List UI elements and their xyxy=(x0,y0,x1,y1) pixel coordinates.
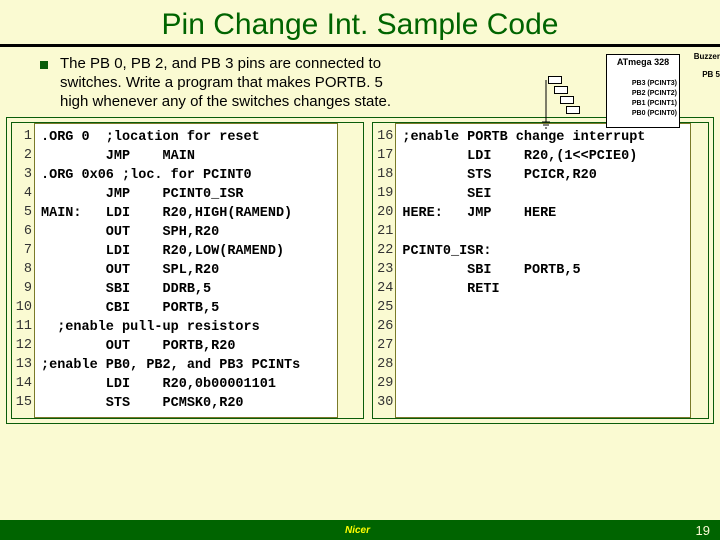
line-numbers-left: 1 2 3 4 5 6 7 8 9 10 11 12 13 14 15 xyxy=(12,123,34,418)
bullet-icon xyxy=(40,61,48,69)
code-box-right: ;enable PORTB change interrupt LDI R20,(… xyxy=(395,123,691,418)
slide-title: Pin Change Int. Sample Code xyxy=(0,0,720,44)
code-box-left: .ORG 0 ;location for reset JMP MAIN .ORG… xyxy=(34,123,338,418)
footer-bar: Nicer 19 xyxy=(0,520,720,540)
code-column-left: 1 2 3 4 5 6 7 8 9 10 11 12 13 14 15 .ORG… xyxy=(11,122,364,419)
line-numbers-right: 16 17 18 19 20 21 22 23 24 25 26 27 28 2… xyxy=(373,123,395,418)
code-column-right: 16 17 18 19 20 21 22 23 24 25 26 27 28 2… xyxy=(372,122,709,419)
code-container: 1 2 3 4 5 6 7 8 9 10 11 12 13 14 15 .ORG… xyxy=(6,117,714,424)
ground-icon xyxy=(540,72,588,132)
chip-pins: PB3 (PCINT3) PB2 (PCINT2) PB1 (PCINT1) P… xyxy=(632,79,677,119)
mcu-chip: ATmega 328 PB3 (PCINT3) PB2 (PCINT2) PB1… xyxy=(606,54,680,128)
buzzer-label: Buzzer xyxy=(694,52,720,61)
circuit-diagram: Buzzer ATmega 328 PB3 (PCINT3) PB2 (PCIN… xyxy=(540,52,720,142)
description-text: The PB 0, PB 2, and PB 3 pins are connec… xyxy=(60,55,400,111)
switches-group xyxy=(540,72,588,132)
page-number: 19 xyxy=(696,523,710,538)
pb5-label: PB 5 xyxy=(702,70,720,79)
footer-logo: Nicer xyxy=(345,525,370,536)
chip-name: ATmega 328 xyxy=(607,55,679,67)
title-divider xyxy=(0,44,720,47)
